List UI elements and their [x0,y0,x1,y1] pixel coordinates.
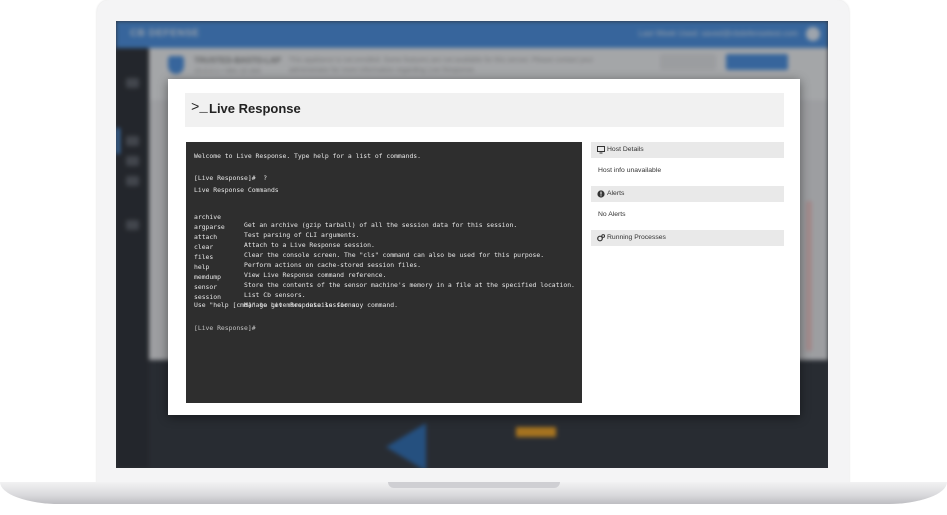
terminal-icon: >_ [191,100,208,116]
live-response-console[interactable]: Welcome to Live Response. Type help for … [186,142,582,403]
console-usage-hint: Use "help [cmd]" to get more details for… [194,301,398,309]
command-name: session [194,293,221,301]
modal-header: >_ Live Response [185,93,784,127]
running-processes-label: Running Processes [607,234,666,241]
laptop-screen: CB DEFENSE Last Week Used: saved@cbdefen… [116,21,828,468]
host-details-body: Host info unavailable [598,167,662,174]
exclamation-circle-icon [597,190,605,198]
monitor-icon [597,146,605,154]
laptop-notch [388,482,560,488]
console-input-prompt[interactable]: [Live Response]# [194,324,256,332]
live-response-modal: >_ Live Response Welcome to Live Respons… [168,79,800,415]
host-details-label: Host Details [607,146,644,153]
running-processes-header[interactable]: Running Processes [591,230,784,246]
alerts-body: No Alerts [598,211,626,218]
console-welcome: Welcome to Live Response. Type help for … [194,152,422,160]
alerts-label: Alerts [607,190,625,197]
alerts-header[interactable]: Alerts [591,186,784,202]
gears-icon [597,234,605,242]
modal-title: Live Response [209,101,301,116]
host-details-header[interactable]: Host Details [591,142,784,158]
console-prompt-help: [Live Response]# ? [194,174,268,182]
console-commands-heading: Live Response Commands [194,186,279,194]
